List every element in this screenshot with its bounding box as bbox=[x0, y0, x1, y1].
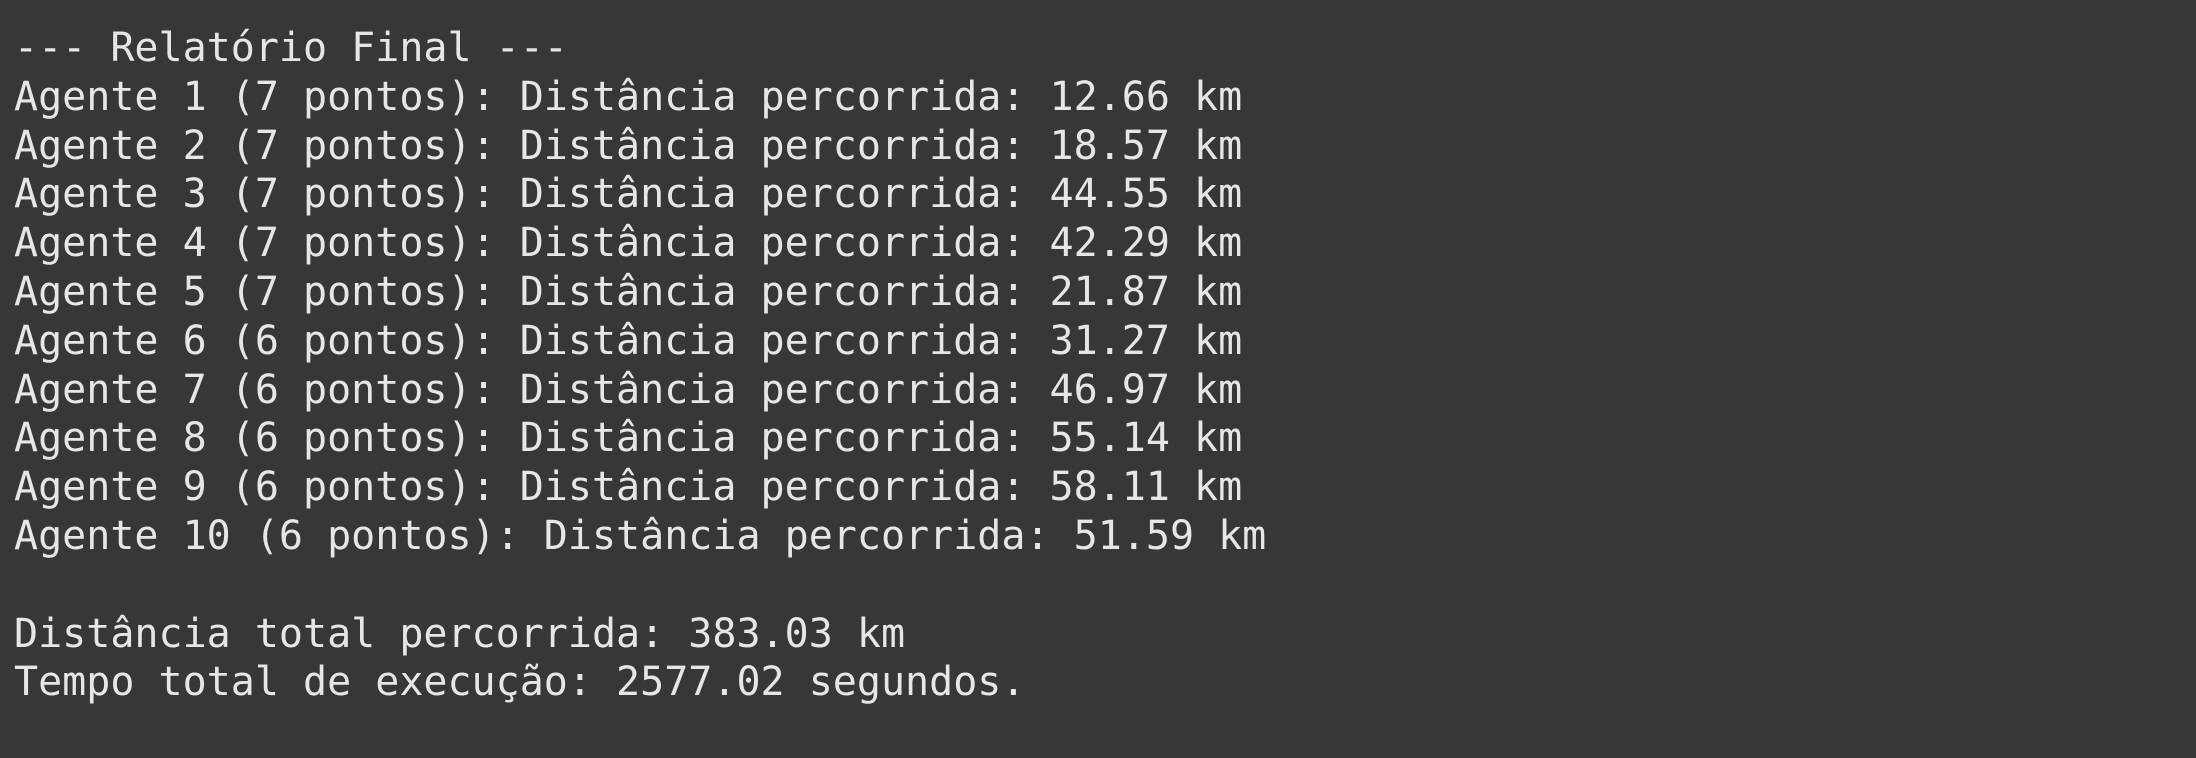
agent-line-1: Agente 1 (7 pontos): Distância percorrid… bbox=[14, 73, 1243, 120]
agent-line-8: Agente 8 (6 pontos): Distância percorrid… bbox=[14, 415, 1243, 462]
total-time-line: Tempo total de execução: 2577.02 segundo… bbox=[14, 659, 1026, 706]
report-header: --- Relatório Final --- bbox=[14, 25, 568, 71]
agent-line-9: Agente 9 (6 pontos): Distância percorrid… bbox=[14, 464, 1243, 511]
terminal-output: --- Relatório Final --- Agente 1 (7 pont… bbox=[0, 0, 2196, 758]
agent-line-10: Agente 10 (6 pontos): Distância percorri… bbox=[14, 512, 1267, 559]
total-distance-line: Distância total percorrida: 383.03 km bbox=[14, 610, 906, 657]
agent-line-2: Agente 2 (7 pontos): Distância percorrid… bbox=[14, 122, 1243, 169]
agent-line-3: Agente 3 (7 pontos): Distância percorrid… bbox=[14, 171, 1243, 218]
agent-line-4: Agente 4 (7 pontos): Distância percorrid… bbox=[14, 220, 1243, 267]
agent-line-6: Agente 6 (6 pontos): Distância percorrid… bbox=[14, 317, 1243, 364]
agent-line-7: Agente 7 (6 pontos): Distância percorrid… bbox=[14, 366, 1243, 413]
agent-line-5: Agente 5 (7 pontos): Distância percorrid… bbox=[14, 268, 1243, 315]
